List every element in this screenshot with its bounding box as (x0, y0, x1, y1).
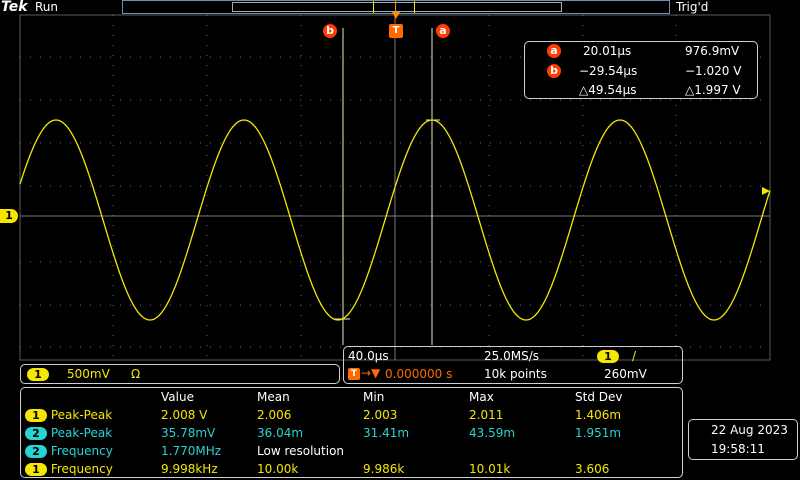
cursor-b-voltage: −1.020 V (685, 64, 742, 78)
record-length: 10k points (484, 367, 547, 381)
cursor-a-voltage: 976.9mV (685, 44, 740, 58)
measurement-row[interactable]: 1 Peak-Peak 2.008 V 2.006 2.003 2.011 1.… (25, 406, 675, 424)
channel-badge: 1 (25, 409, 47, 422)
cursor-a-marker[interactable]: a (436, 24, 450, 38)
trigger-level: 260mV (604, 367, 647, 381)
cursor-b-marker[interactable]: b (323, 24, 337, 38)
channel1-scale-panel[interactable]: 1 500mV Ω (20, 364, 340, 384)
measurement-std: 1.406m (575, 408, 622, 422)
trigger-slope: / (632, 349, 637, 363)
channel-badge: 2 (25, 445, 47, 458)
measurement-value: 2.008 V (161, 408, 208, 422)
measurement-value: 1.770MHz (161, 444, 222, 458)
trigger-channel-badge: 1 (597, 350, 619, 363)
datetime-panel: 22 Aug 2023 19:58:11 (688, 419, 798, 460)
time-display: 19:58:11 (711, 442, 765, 456)
channel1-scale: 500mV (67, 367, 110, 381)
trigger-arrow-icon: →▼ (361, 366, 381, 380)
channel1-impedance: Ω (131, 367, 141, 381)
cursor-readout-panel: a 20.01µs 976.9mV b −29.54µs −1.020 V △4… (524, 41, 758, 99)
cursor-delta-voltage: △1.997 V (685, 83, 741, 97)
measurement-mean: 36.04m (257, 426, 304, 440)
measurement-mean: 2.006 (257, 408, 292, 422)
measurements-header-row: Value Mean Min Max Std Dev (25, 388, 675, 406)
measurements-panel[interactable]: Value Mean Min Max Std Dev 1 Peak-Peak 2… (20, 387, 683, 478)
measurement-value: 9.998kHz (161, 462, 218, 476)
cursor-b-badge: b (547, 64, 561, 78)
header-std-dev: Std Dev (575, 390, 623, 404)
measurement-mean: 10.00k (257, 462, 299, 476)
channel-badge: 1 (25, 463, 47, 476)
measurement-max: 43.59m (469, 426, 516, 440)
measurement-max: 10.01k (469, 462, 511, 476)
measurement-row[interactable]: 2 Peak-Peak 35.78mV 36.04m 31.41m 43.59m… (25, 424, 675, 442)
channel1-badge: 1 (27, 368, 49, 381)
channel1-ground-marker[interactable]: 1 (0, 209, 18, 223)
horizontal-scale: 40.0µs (348, 349, 389, 363)
header-min: Min (363, 390, 385, 404)
measurement-max: 2.011 (469, 408, 504, 422)
header-mean: Mean (257, 390, 290, 404)
trigger-marker[interactable]: T (389, 24, 403, 38)
measurement-name: Frequency (50, 462, 113, 476)
measurement-row[interactable]: 1 Frequency 9.998kHz 10.00k 9.986k 10.01… (25, 460, 675, 478)
sample-rate: 25.0MS/s (484, 349, 539, 363)
measurement-value: 35.78mV (161, 426, 216, 440)
cursor-delta-time: △49.54µs (579, 83, 637, 97)
cursor-b-time: −29.54µs (579, 64, 638, 78)
measurement-min: 9.986k (363, 462, 405, 476)
measurements-table: Value Mean Min Max Std Dev 1 Peak-Peak 2… (25, 388, 675, 478)
measurement-name: Frequency (50, 444, 113, 458)
date-display: 22 Aug 2023 (711, 423, 788, 437)
cursor-a-badge: a (547, 44, 561, 58)
timebase-panel[interactable]: 40.0µs 25.0MS/s 1 / T →▼ 0.000000 s 10k … (343, 346, 683, 384)
measurement-std: 3.606 (575, 462, 610, 476)
measurement-name: Peak-Peak (50, 426, 113, 440)
measurement-mean: Low resolution (257, 444, 345, 458)
channel-badge: 2 (25, 427, 47, 440)
cursor-a-time: 20.01µs (583, 44, 632, 58)
measurement-std: 1.951m (575, 426, 622, 440)
measurement-name: Peak-Peak (50, 408, 113, 422)
header-value: Value (161, 390, 194, 404)
trigger-position: 0.000000 s (385, 367, 453, 381)
measurement-min: 2.003 (363, 408, 398, 422)
measurement-min: 31.41m (363, 426, 410, 440)
trigger-position-icon: T (348, 368, 360, 380)
header-max: Max (469, 390, 494, 404)
measurement-row[interactable]: 2 Frequency 1.770MHz Low resolution (25, 442, 675, 460)
